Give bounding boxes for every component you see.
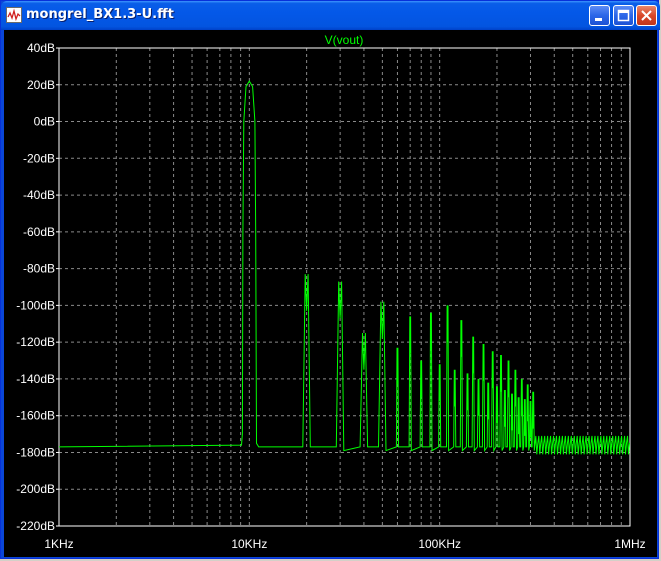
fft-plot: V(vout) 40dB 20dB 0dB -20dB -40dB -60dB -80dB -… xyxy=(16,33,645,551)
plot-frame xyxy=(58,47,631,527)
title-bar[interactable]: mongrel_BX1.3-U.fft xyxy=(1,1,660,30)
y-tick-label: -200dB xyxy=(16,482,55,496)
series-line-vout xyxy=(58,80,630,455)
y-tick-label: -180dB xyxy=(16,445,55,459)
close-icon xyxy=(641,10,652,21)
x-tick-label: 100KHz xyxy=(418,537,461,551)
plot-pane[interactable]: V(vout) 40dB 20dB 0dB -20dB -40dB -60dB -80dB -… xyxy=(4,30,657,557)
x-tick-label: 1KHz xyxy=(44,537,73,551)
minimize-button[interactable] xyxy=(589,5,610,26)
y-tick-label: 20dB xyxy=(27,78,55,92)
trace-title[interactable]: V(vout) xyxy=(325,33,364,47)
x-axis-tick-labels: 1KHz 10KHz 100KHz 1MHz xyxy=(44,537,645,551)
minimize-icon xyxy=(595,18,602,21)
y-tick-label: 0dB xyxy=(34,115,55,129)
y-tick-label: -160dB xyxy=(16,409,55,423)
x-tick-label: 10KHz xyxy=(231,537,267,551)
app-window: mongrel_BX1.3-U.fft V(vout) 40dB 20dB 0dB -… xyxy=(0,0,660,559)
x-tick-label: 1MHz xyxy=(614,537,645,551)
maximize-icon xyxy=(617,9,630,22)
y-tick-label: -140dB xyxy=(16,372,55,386)
maximize-button[interactable] xyxy=(613,5,634,26)
y-tick-label: -80dB xyxy=(23,262,55,276)
close-button[interactable] xyxy=(636,5,657,26)
y-axis-tick-labels: 40dB 20dB 0dB -20dB -40dB -60dB -80dB -100dB -12… xyxy=(16,41,59,533)
y-tick-label: 40dB xyxy=(27,41,55,55)
waveform-app-icon xyxy=(6,7,22,23)
y-tick-label: -40dB xyxy=(23,188,55,202)
y-tick-label: -60dB xyxy=(23,225,55,239)
y-tick-label: -220dB xyxy=(16,519,55,533)
y-tick-label: -100dB xyxy=(16,298,55,312)
y-tick-label: -20dB xyxy=(23,151,55,165)
window-title: mongrel_BX1.3-U.fft xyxy=(26,7,174,22)
grid-lines xyxy=(59,48,630,526)
y-tick-label: -120dB xyxy=(16,335,55,349)
